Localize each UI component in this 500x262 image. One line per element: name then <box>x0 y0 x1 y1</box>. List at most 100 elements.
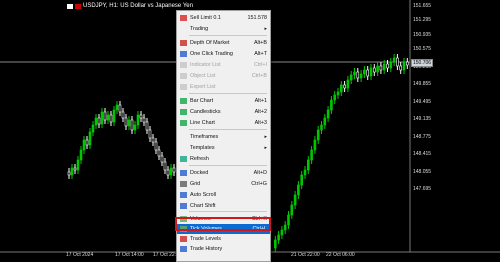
candle-body <box>91 124 95 133</box>
candle-body <box>399 65 403 71</box>
menu-item-depth-of-market[interactable]: Depth Of Market Alt+B <box>177 38 270 48</box>
candle-body <box>392 57 396 63</box>
candle-body <box>70 167 74 176</box>
time-axis-tick: 21 Oct 22:00 <box>291 252 320 258</box>
candle-body <box>306 159 310 171</box>
menu-separator <box>189 129 267 130</box>
menu-item-bar-chart[interactable]: Bar Chart Alt+1 <box>177 96 270 106</box>
menu-item-timeframes[interactable]: Timeframes ▸ <box>177 132 270 142</box>
menu-item-sell-limit-0-1[interactable]: Sell Limit 0.1 151.578 <box>177 13 270 23</box>
tick-volumes-icon <box>180 226 187 232</box>
menu-item-expert-list[interactable]: Expert List <box>177 82 270 92</box>
menu-item-volumes[interactable]: Volumes Ctrl+K <box>177 214 270 224</box>
chart-shift-icon <box>180 203 187 209</box>
menu-item-trade-history[interactable]: Trade History <box>177 244 270 254</box>
candle-body <box>405 61 409 66</box>
candle-body <box>379 65 383 71</box>
refresh-icon <box>180 156 187 162</box>
candle-body <box>145 121 149 131</box>
candle-body <box>323 117 327 126</box>
candle-body <box>154 141 158 151</box>
menu-item-label: Trade Levels <box>190 236 221 242</box>
indicator-list-icon <box>180 62 187 68</box>
candle-body <box>283 224 287 231</box>
menu-item-shortcut: Alt+1 <box>254 98 267 104</box>
menu-item-refresh[interactable]: Refresh <box>177 154 270 164</box>
time-axis-tick: 17 Oct 2024 <box>66 252 94 258</box>
price-axis-tick: 148.775 <box>413 133 432 140</box>
menu-item-docked[interactable]: Docked Alt+D <box>177 168 270 178</box>
candle-body <box>94 117 98 126</box>
candle-body <box>172 167 176 173</box>
menu-item-trade-levels[interactable]: Trade Levels <box>177 234 270 244</box>
object-list-icon <box>180 73 187 79</box>
chart-title: USDJPY, H1: US Dollar vs Japanese Yen <box>67 3 193 9</box>
candle-body <box>88 131 92 146</box>
candle-body <box>287 214 290 226</box>
candle-body <box>103 111 107 121</box>
menu-item-label: Volumes <box>190 216 211 222</box>
menu-item-label: Object List <box>190 73 216 79</box>
candle-body <box>372 67 376 73</box>
menu-item-label: Chart Shift <box>190 203 216 209</box>
candle-body <box>166 169 170 176</box>
candle-body <box>310 149 313 161</box>
price-axis-tick: 150.575 <box>413 46 432 52</box>
menu-separator <box>189 165 267 166</box>
expert-list-icon <box>180 84 187 90</box>
menu-item-label: Line Chart <box>190 120 215 126</box>
menu-item-chart-shift[interactable]: Chart Shift <box>177 201 270 211</box>
menu-item-label: Refresh <box>190 156 209 162</box>
chart-context-menu[interactable]: Sell Limit 0.1 151.578 Trading ▸ Depth Of Ma… <box>176 10 271 262</box>
candle-body <box>359 73 363 79</box>
us-flag-icon <box>67 3 73 9</box>
candle-body <box>300 174 304 186</box>
menu-item-tick-volumes[interactable]: Tick Volumes Ctrl+L <box>177 224 270 234</box>
depth-of-market-icon <box>180 40 187 46</box>
menu-item-label: Depth Of Market <box>190 40 230 46</box>
price-axis-tick: 149.495 <box>413 98 432 105</box>
bar-chart-icon <box>180 98 187 104</box>
candle-body <box>366 69 370 77</box>
candle-body <box>169 167 173 176</box>
menu-item-one-click-trading[interactable]: One Click Trading Alt+T <box>177 49 270 59</box>
menu-separator <box>189 93 267 94</box>
menu-item-grid[interactable]: Grid Ctrl+G <box>177 179 270 189</box>
menu-item-shortcut: 151.578 <box>247 15 268 21</box>
candle-body <box>297 184 300 196</box>
menu-item-trading[interactable]: Trading ▸ <box>177 24 270 34</box>
candle-body <box>139 114 143 119</box>
candle-body <box>130 119 134 131</box>
price-axis-tick: 148.055 <box>413 168 432 175</box>
menu-item-candlesticks[interactable]: Candlesticks Alt+2 <box>177 107 270 117</box>
menu-item-auto-scroll[interactable]: Auto Scroll <box>177 190 270 200</box>
menu-item-label: Templates <box>190 145 215 151</box>
price-axis-tick: 148.415 <box>413 151 432 157</box>
candle-body <box>127 119 131 127</box>
candle-body <box>148 129 152 139</box>
candle-body <box>326 109 330 119</box>
menu-item-object-list[interactable]: Object List Ctrl+B <box>177 71 270 81</box>
price-axis-tick: 150.935 <box>413 32 432 38</box>
submenu-arrow-icon: ▸ <box>264 25 267 32</box>
candle-body <box>115 104 119 111</box>
docked-icon <box>180 170 187 176</box>
auto-scroll-icon <box>180 192 187 198</box>
menu-item-label: Candlesticks <box>190 109 221 115</box>
menu-item-templates[interactable]: Templates ▸ <box>177 143 270 153</box>
candle-body <box>363 69 366 75</box>
menu-item-shortcut: Alt+D <box>253 170 267 176</box>
candle-body <box>136 114 140 126</box>
candle-body <box>303 169 307 176</box>
sell-limit-icon <box>180 15 187 21</box>
candle-body <box>118 104 122 113</box>
candle-body <box>339 84 343 93</box>
menu-item-label: Tick Volumes <box>190 226 222 232</box>
menu-item-label: Timeframes <box>190 134 219 140</box>
price-axis-tick: 149.135 <box>413 116 432 122</box>
menu-item-shortcut: Ctrl+G <box>251 181 267 187</box>
menu-item-indicator-list[interactable]: Indicator List Ctrl+I <box>177 60 270 70</box>
menu-item-line-chart[interactable]: Line Chart Alt+3 <box>177 118 270 128</box>
candle-body <box>76 159 80 171</box>
candle-body <box>386 63 389 69</box>
